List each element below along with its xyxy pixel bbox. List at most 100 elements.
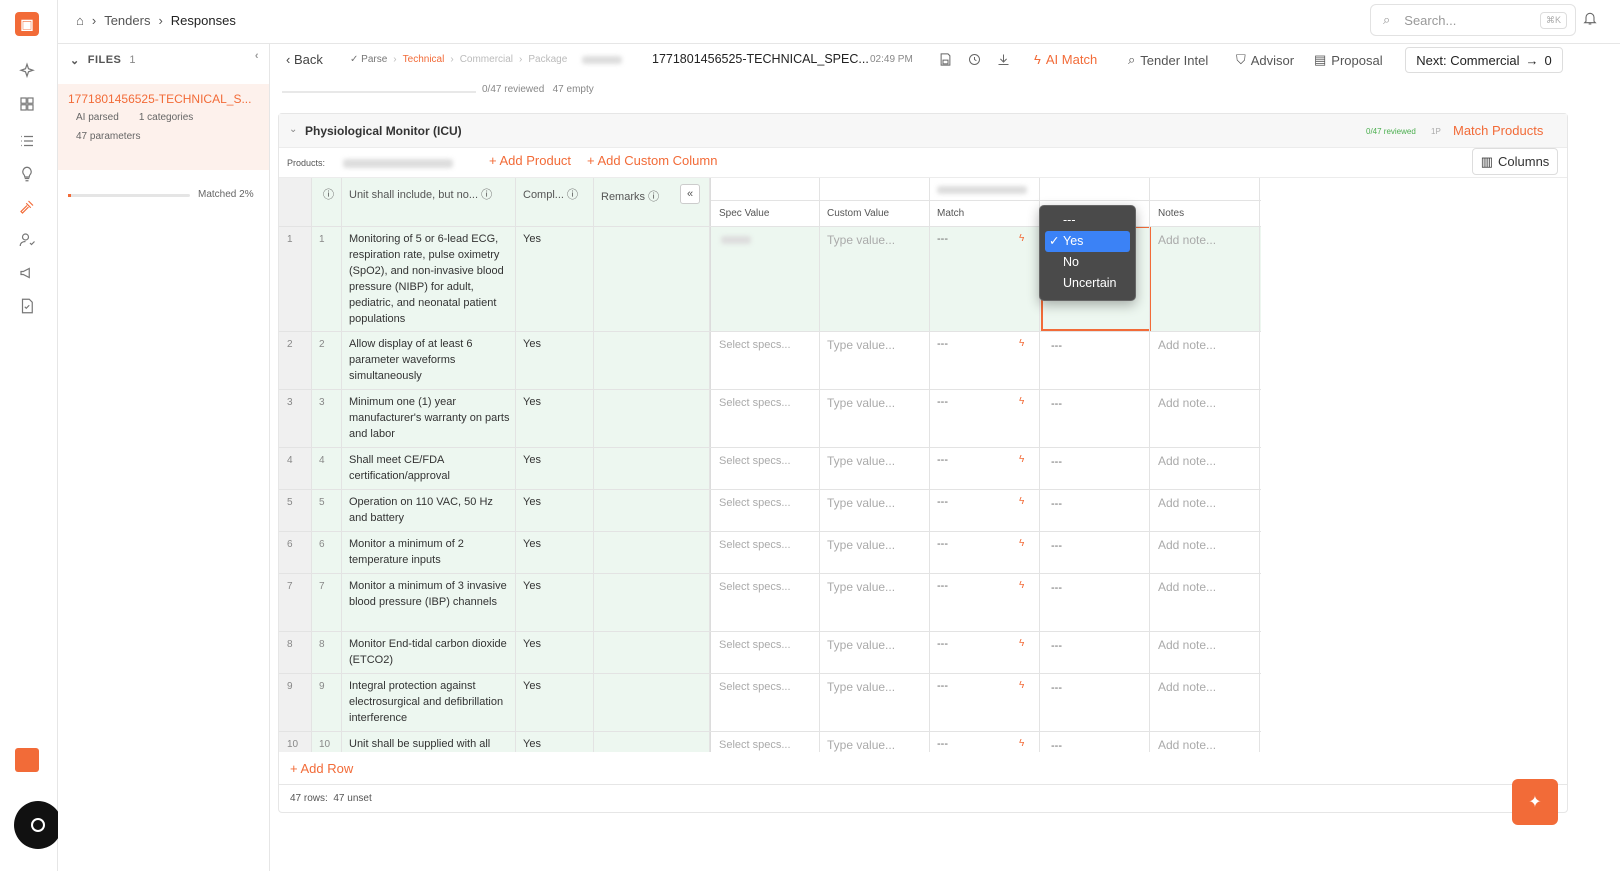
row-handle[interactable]: 10 [287,739,298,750]
file-card[interactable]: 1771801456525-TECHNICAL_S... AI parsed 1 … [58,84,269,200]
spec-select[interactable]: Select specs... [719,739,791,751]
header-requirement[interactable]: Unit shall include, but no... ⓘ [349,186,492,202]
row-handle[interactable]: 4 [287,455,293,466]
collapse-columns-button[interactable]: « [680,184,700,204]
lightning-icon[interactable]: ϟ [1019,396,1024,407]
custom-value-input[interactable]: Type value... [827,580,895,594]
spec-select[interactable]: Select specs... [719,339,791,351]
header-compliance[interactable]: Compl... ⓘ [523,186,578,202]
spec-select[interactable]: Select specs... [719,639,791,651]
compliance-value[interactable]: Yes [523,578,541,594]
history-icon[interactable] [967,52,982,70]
custom-value-input[interactable]: Type value... [827,638,895,652]
row-handle[interactable]: 5 [287,497,293,508]
custom-value-input[interactable]: Type value... [827,680,895,694]
users-icon[interactable] [16,229,38,251]
spec-select[interactable]: Select specs... [719,397,791,409]
match-value[interactable]: --- [937,454,948,466]
compliance-select[interactable]: --- [1051,498,1062,510]
custom-value-input[interactable]: Type value... [827,496,895,510]
header-spec-value[interactable]: Spec Value [719,208,769,219]
lightning-icon[interactable]: ϟ [1019,580,1024,591]
step-package[interactable]: Package [528,54,567,65]
product-chip[interactable] [343,159,453,168]
custom-value-input[interactable]: Type value... [827,454,895,468]
sparkle-icon[interactable] [16,60,38,82]
compliance-select[interactable]: --- [1051,398,1062,410]
gavel-icon[interactable] [16,196,38,218]
section-header[interactable]: ⌄ Physiological Monitor (ICU) 0/47 revie… [279,114,1567,148]
proposal-button[interactable]: ▤ Proposal [1314,52,1383,68]
tender-intel-button[interactable]: ⌕ Tender Intel [1128,52,1208,68]
row-handle[interactable]: 7 [287,581,293,592]
custom-value-input[interactable]: Type value... [827,233,895,247]
row-handle[interactable]: 1 [287,234,293,245]
advisor-button[interactable]: ⛉ Advisor [1236,52,1294,68]
lightning-icon[interactable]: ϟ [1019,538,1024,549]
next-commercial-button[interactable]: Next: Commercial → 0 [1405,47,1563,73]
record-button[interactable] [14,801,62,849]
compliance-value[interactable]: Yes [523,452,541,468]
match-products-button[interactable]: Match Products [1453,123,1543,138]
spec-select[interactable]: Select specs... [719,497,791,509]
row-handle[interactable]: 2 [287,339,293,350]
columns-button[interactable]: ▥ Columns [1472,148,1558,175]
header-notes[interactable]: Notes [1158,208,1184,219]
lightning-icon[interactable]: ϟ [1019,738,1024,749]
notes-input[interactable]: Add note... [1158,233,1216,247]
notes-input[interactable]: Add note... [1158,396,1216,410]
spec-select[interactable]: Select specs... [719,581,791,593]
row-handle[interactable]: 9 [287,681,293,692]
chevron-down-icon[interactable]: ⌄ [70,54,80,67]
compliance-select[interactable]: --- [1051,682,1062,694]
collapse-panel-icon[interactable]: ‹ [255,50,259,62]
header-remarks[interactable]: Remarks ⓘ [601,188,659,204]
document-check-icon[interactable] [16,295,38,317]
app-logo[interactable]: ▣ [15,12,39,36]
compliance-value[interactable]: Yes [523,636,541,652]
compliance-select[interactable]: --- [1051,340,1062,352]
header-match[interactable]: Match [937,208,964,219]
spec-value-chip[interactable] [721,236,751,244]
lightning-icon[interactable]: ϟ [1019,454,1024,465]
step-technical[interactable]: Technical [403,54,445,65]
option-no[interactable]: No [1045,252,1130,273]
add-product-button[interactable]: + Add Product [489,153,571,168]
lightning-icon[interactable]: ϟ [1019,496,1024,507]
match-value[interactable]: --- [937,338,948,350]
compliance-value[interactable]: Yes [523,494,541,510]
notes-input[interactable]: Add note... [1158,454,1216,468]
match-value[interactable]: --- [937,233,948,245]
option-uncertain[interactable]: Uncertain [1045,273,1130,294]
notes-input[interactable]: Add note... [1158,638,1216,652]
lightning-icon[interactable]: ϟ [1019,680,1024,691]
breadcrumb-tenders[interactable]: Tenders [104,13,150,28]
add-custom-column-button[interactable]: + Add Custom Column [587,153,717,168]
notes-input[interactable]: Add note... [1158,496,1216,510]
compliance-value[interactable]: Yes [523,336,541,352]
bell-icon[interactable] [1582,10,1598,29]
option-yes[interactable]: Yes [1045,231,1130,252]
custom-value-input[interactable]: Type value... [827,538,895,552]
custom-value-input[interactable]: Type value... [827,738,895,752]
compliance-select[interactable]: --- [1051,540,1062,552]
custom-value-input[interactable]: Type value... [827,396,895,410]
match-value[interactable]: --- [937,496,948,508]
match-value[interactable]: --- [937,680,948,692]
match-value[interactable]: --- [937,580,948,592]
compliance-value[interactable]: Yes [523,394,541,410]
step-parse[interactable]: ✓ Parse [350,54,387,65]
compliance-value[interactable]: Yes [523,736,541,752]
home-icon[interactable]: ⌂ [76,13,84,28]
match-value[interactable]: --- [937,738,948,750]
spec-select[interactable]: Select specs... [719,681,791,693]
notes-input[interactable]: Add note... [1158,680,1216,694]
avatar[interactable] [15,748,39,772]
spec-select[interactable]: Select specs... [719,539,791,551]
match-value[interactable]: --- [937,396,948,408]
row-handle[interactable]: 3 [287,397,293,408]
dashboard-icon[interactable] [16,93,38,115]
lightning-icon[interactable]: ϟ [1019,338,1024,349]
lightbulb-icon[interactable] [16,163,38,185]
header-custom-value[interactable]: Custom Value [827,208,889,219]
